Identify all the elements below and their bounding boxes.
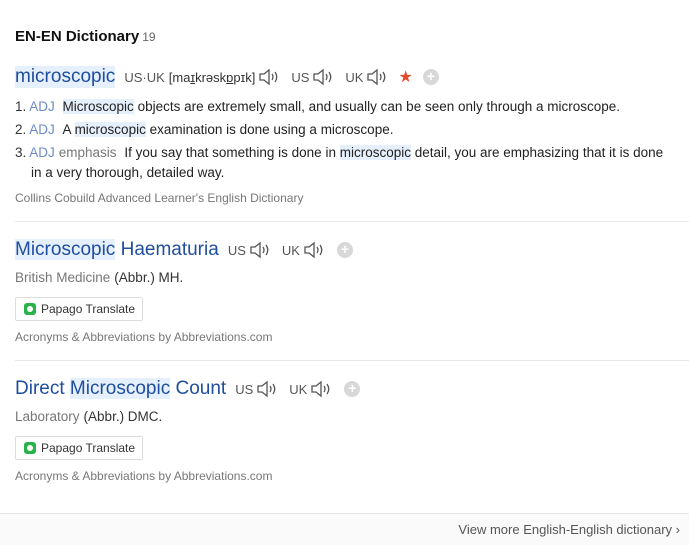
add-to-wordbook-icon[interactable]: + (336, 242, 353, 258)
speaker-uk-icon[interactable] (303, 240, 327, 260)
part-of-speech: ADJ (29, 122, 55, 137)
part-of-speech: ADJ (29, 145, 55, 160)
entry-word[interactable]: Microscopic Haematuria (15, 239, 219, 261)
definition-3: 3. ADJ emphasis If you say that something … (15, 145, 664, 180)
speaker-uk-icon[interactable] (310, 379, 334, 399)
dictionary-title: EN-EN Dictionary (15, 28, 140, 45)
phonetic-transcription: [maɪkrəskɒpɪk] (168, 69, 256, 85)
papago-translate-button[interactable]: Papago Translate (15, 297, 143, 321)
uk-label: UK (281, 242, 300, 258)
star-icon[interactable]: ★ (398, 67, 412, 87)
divider (15, 221, 689, 222)
result-count: 19 (142, 30, 156, 44)
dictionary-header: EN-EN Dictionary 19 (15, 28, 156, 45)
uk-label: UK (289, 381, 308, 397)
speaker-us-icon[interactable] (256, 379, 280, 399)
us-label: US (227, 242, 246, 258)
speaker-icon[interactable] (258, 67, 282, 87)
uk-label: UK (345, 69, 364, 85)
us-label: US (235, 381, 254, 397)
add-to-wordbook-icon[interactable]: + (344, 381, 361, 397)
definition-1: 1. ADJ Microscopic objects are extremely … (15, 99, 621, 114)
papago-label: Papago Translate (41, 441, 136, 455)
papago-icon (24, 442, 36, 454)
entry-microscopic-head: microscopic US·UK [maɪkrəskɒpɪk] US UK ★… (15, 66, 439, 88)
entry-word[interactable]: microscopic (15, 66, 116, 88)
abbreviation: (Abbr.) DMC. (83, 409, 163, 424)
field-category: British Medicine (15, 270, 111, 285)
entry-word[interactable]: Direct Microscopic Count (15, 378, 226, 400)
field-definition: British Medicine (Abbr.) MH. (15, 270, 183, 285)
source-credit: Acronyms & Abbreviations by Abbreviation… (15, 469, 273, 483)
source-credit: Acronyms & Abbreviations by Abbreviation… (15, 330, 273, 344)
part-of-speech: ADJ (29, 99, 55, 114)
pronunciation-label: US·UK (124, 69, 165, 85)
divider (15, 360, 689, 361)
field-category: Laboratory (15, 409, 80, 424)
definition-2: 2. ADJ A microscopic examination is done … (15, 122, 394, 137)
papago-icon (24, 303, 36, 315)
view-more-link[interactable]: View more English-English dictionary › (458, 522, 680, 537)
papago-translate-button[interactable]: Papago Translate (15, 436, 143, 460)
papago-label: Papago Translate (41, 302, 136, 316)
usage-tag: emphasis (58, 145, 117, 160)
source-credit: Collins Cobuild Advanced Learner's Engli… (15, 191, 304, 205)
speaker-uk-icon[interactable] (366, 67, 390, 87)
entry-direct-microscopic-count-head: Direct Microscopic Count US UK + (15, 378, 361, 400)
field-definition: Laboratory (Abbr.) DMC. (15, 409, 162, 424)
add-to-wordbook-icon[interactable]: + (422, 69, 439, 85)
footer-bar: View more English-English dictionary › (0, 513, 689, 545)
us-label: US (291, 69, 310, 85)
entry-microscopic-haematuria-head: Microscopic Haematuria US UK + (15, 239, 353, 261)
speaker-us-icon[interactable] (312, 67, 336, 87)
abbreviation: (Abbr.) MH. (114, 270, 184, 285)
speaker-us-icon[interactable] (249, 240, 273, 260)
